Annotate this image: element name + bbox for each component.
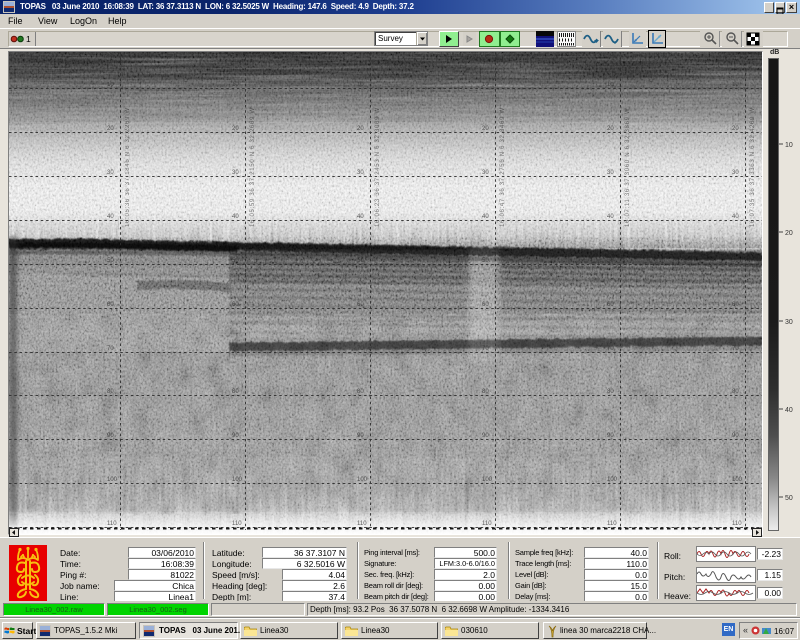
svg-text:90: 90 [607, 433, 614, 439]
svg-text:30: 30 [232, 170, 239, 176]
svg-text:70: 70 [482, 346, 489, 352]
svg-text:40: 40 [232, 214, 239, 220]
svg-text:20: 20 [607, 126, 614, 132]
svg-text:10: 10 [482, 82, 489, 88]
svg-text:70: 70 [357, 346, 364, 352]
svg-text:90: 90 [107, 433, 114, 439]
svg-text:100: 100 [232, 477, 243, 483]
svg-text:16:07:35 36 37.3363 N 6 32.426: 16:07:35 36 37.3363 N 6 32.4269 W [750, 107, 756, 227]
svg-text:30: 30 [732, 170, 739, 176]
svg-text:10: 10 [607, 82, 614, 88]
svg-text:90: 90 [232, 433, 239, 439]
svg-text:80: 80 [357, 389, 364, 395]
svg-text:16:06:23 36 37.2453 N 6 32.306: 16:06:23 36 37.2453 N 6 32.3069 W [375, 107, 381, 227]
svg-text:50: 50 [785, 495, 793, 502]
svg-text:100: 100 [482, 477, 493, 483]
svg-text:70: 70 [607, 346, 614, 352]
svg-text:100: 100 [607, 477, 618, 483]
svg-text:40: 40 [785, 407, 793, 414]
svg-text:90: 90 [357, 433, 364, 439]
svg-text:10: 10 [107, 82, 114, 88]
svg-text:70: 70 [732, 346, 739, 352]
svg-text:80: 80 [232, 389, 239, 395]
svg-text:60: 60 [732, 302, 739, 308]
svg-text:90: 90 [732, 433, 739, 439]
svg-text:10: 10 [732, 82, 739, 88]
svg-text:110: 110 [357, 521, 367, 527]
svg-text:50: 50 [607, 258, 614, 264]
svg-text:60: 60 [232, 302, 239, 308]
svg-text:80: 80 [607, 389, 614, 395]
svg-text:40: 40 [357, 214, 364, 220]
svg-text:16:05:59 36 37.2150 N 6 32.266: 16:05:59 36 37.2150 N 6 32.2669 W [250, 107, 256, 227]
svg-text:90: 90 [482, 433, 489, 439]
svg-text:80: 80 [482, 389, 489, 395]
svg-text:20: 20 [107, 126, 114, 132]
svg-text:50: 50 [482, 258, 489, 264]
svg-text:20: 20 [732, 126, 739, 132]
svg-text:16:06:47 36 37.2756 N 6 32.346: 16:06:47 36 37.2756 N 6 32.3469 W [500, 107, 506, 227]
svg-text:40: 40 [607, 214, 614, 220]
svg-text:30: 30 [482, 170, 489, 176]
svg-text:50: 50 [732, 258, 739, 264]
svg-text:50: 50 [232, 258, 239, 264]
svg-text:50: 50 [107, 258, 114, 264]
svg-text:30: 30 [785, 319, 793, 326]
svg-text:30: 30 [607, 170, 614, 176]
svg-text:16:07:11 36 37.3060 N 6 32.386: 16:07:11 36 37.3060 N 6 32.3869 W [625, 108, 631, 227]
svg-text:30: 30 [357, 170, 364, 176]
svg-text:60: 60 [357, 302, 364, 308]
svg-text:60: 60 [607, 302, 614, 308]
svg-text:10: 10 [357, 82, 364, 88]
svg-text:60: 60 [107, 302, 114, 308]
svg-text:100: 100 [732, 477, 743, 483]
svg-text:70: 70 [107, 346, 114, 352]
svg-text:16:05:36 36 37.1846 N 6 32.226: 16:05:36 36 37.1846 N 6 32.2269 W [125, 107, 131, 227]
svg-text:20: 20 [482, 126, 489, 132]
svg-text:40: 40 [107, 214, 114, 220]
svg-text:40: 40 [482, 214, 489, 220]
svg-text:110: 110 [232, 521, 242, 527]
svg-text:20: 20 [357, 126, 364, 132]
svg-text:80: 80 [732, 389, 739, 395]
svg-text:10: 10 [785, 142, 793, 149]
svg-text:110: 110 [107, 521, 117, 527]
svg-text:80: 80 [107, 389, 114, 395]
svg-text:70: 70 [232, 346, 239, 352]
svg-text:100: 100 [107, 477, 118, 483]
svg-text:110: 110 [482, 521, 492, 527]
svg-text:60: 60 [482, 302, 489, 308]
svg-text:30: 30 [107, 170, 114, 176]
svg-text:20: 20 [232, 126, 239, 132]
svg-text:10: 10 [232, 82, 239, 88]
svg-text:110: 110 [732, 521, 742, 527]
svg-text:110: 110 [607, 521, 617, 527]
svg-text:100: 100 [357, 477, 368, 483]
svg-text:20: 20 [785, 230, 793, 237]
svg-text:40: 40 [732, 214, 739, 220]
svg-text:50: 50 [357, 258, 364, 264]
